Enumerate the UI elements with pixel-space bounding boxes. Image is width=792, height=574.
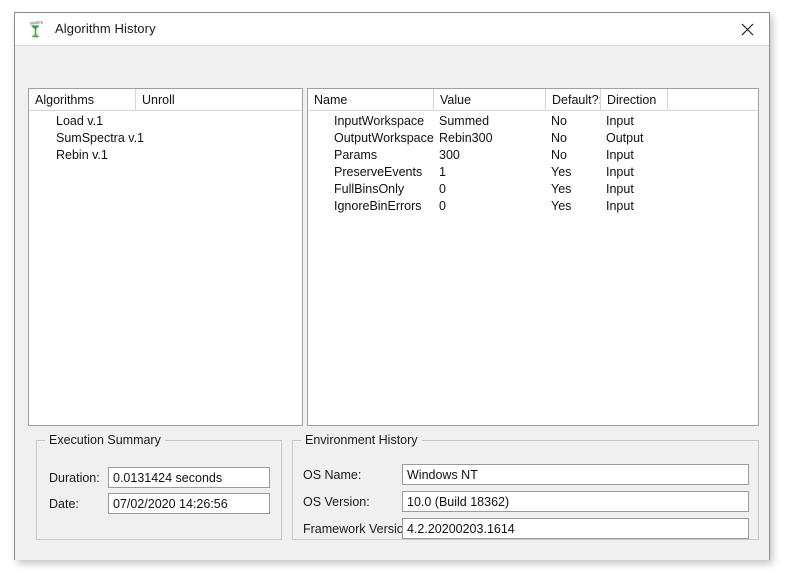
cell-name: Params bbox=[334, 147, 377, 164]
properties-table-panel[interactable]: Name Value Default?: Direction InputWork… bbox=[307, 88, 759, 426]
cell-direction: Input bbox=[606, 164, 634, 181]
cell-value: 0 bbox=[439, 198, 446, 215]
mantid-logo-icon bbox=[27, 19, 47, 39]
cell-direction: Input bbox=[606, 113, 634, 130]
framework-version-label: Framework Version: bbox=[303, 522, 414, 536]
window-titlebar: Algorithm History bbox=[15, 13, 769, 46]
os-version-label: OS Version: bbox=[303, 495, 370, 509]
duration-field[interactable] bbox=[108, 467, 270, 488]
table-row[interactable]: OutputWorkspace Rebin300 No Output bbox=[308, 130, 758, 147]
window-body: Algorithms Unroll Load v.1 SumSpectra v.… bbox=[15, 46, 769, 560]
date-label: Date: bbox=[49, 497, 79, 511]
cell-default: No bbox=[551, 130, 567, 147]
tree-column-algorithms[interactable]: Algorithms bbox=[29, 89, 136, 111]
date-field[interactable] bbox=[108, 493, 270, 514]
algorithm-history-window: Algorithm History Algorithms Unroll Load… bbox=[14, 12, 770, 560]
table-row[interactable]: Params 300 No Input bbox=[308, 147, 758, 164]
properties-table-header: Name Value Default?: Direction bbox=[308, 89, 758, 111]
duration-label: Duration: bbox=[49, 471, 100, 485]
table-row[interactable]: FullBinsOnly 0 Yes Input bbox=[308, 181, 758, 198]
cell-name: OutputWorkspace bbox=[334, 130, 434, 147]
cell-default: Yes bbox=[551, 198, 571, 215]
algorithms-tree-panel[interactable]: Algorithms Unroll Load v.1 SumSpectra v.… bbox=[28, 88, 303, 426]
table-column-name[interactable]: Name bbox=[308, 89, 434, 111]
execution-summary-group: Execution Summary Duration: Date: bbox=[36, 440, 282, 540]
window-title: Algorithm History bbox=[55, 21, 156, 36]
table-row[interactable]: IgnoreBinErrors 0 Yes Input bbox=[308, 198, 758, 215]
table-column-filler bbox=[668, 89, 759, 111]
table-column-direction[interactable]: Direction bbox=[601, 89, 668, 111]
close-window-button[interactable] bbox=[725, 13, 769, 45]
bottom-action-bar: Algorithm Versions: Only Specify Old Ver… bbox=[15, 546, 769, 574]
cell-name: IgnoreBinErrors bbox=[334, 198, 422, 215]
tree-item[interactable]: Load v.1 bbox=[29, 113, 302, 130]
table-column-value[interactable]: Value bbox=[434, 89, 546, 111]
os-version-field[interactable] bbox=[402, 491, 749, 512]
cell-direction: Output bbox=[606, 130, 644, 147]
algorithms-tree-header: Algorithms Unroll bbox=[29, 89, 302, 111]
tree-item[interactable]: SumSpectra v.1 bbox=[29, 130, 302, 147]
os-name-label: OS Name: bbox=[303, 468, 361, 482]
cell-direction: Input bbox=[606, 181, 634, 198]
cell-default: No bbox=[551, 147, 567, 164]
cell-value: 300 bbox=[439, 147, 460, 164]
cell-default: No bbox=[551, 113, 567, 130]
cell-direction: Input bbox=[606, 198, 634, 215]
algorithms-tree-items: Load v.1 SumSpectra v.1 Rebin v.1 bbox=[29, 111, 302, 164]
cell-default: Yes bbox=[551, 181, 571, 198]
cell-value: Summed bbox=[439, 113, 489, 130]
tree-item[interactable]: Rebin v.1 bbox=[29, 147, 302, 164]
desktop-background: Algorithm History Algorithms Unroll Load… bbox=[0, 0, 792, 574]
cell-value: 1 bbox=[439, 164, 446, 181]
framework-version-field[interactable] bbox=[402, 518, 749, 539]
table-column-default[interactable]: Default?: bbox=[546, 89, 601, 111]
properties-table-rows: InputWorkspace Summed No Input OutputWor… bbox=[308, 111, 758, 215]
cell-value: Rebin300 bbox=[439, 130, 493, 147]
tree-column-unroll[interactable]: Unroll bbox=[136, 89, 303, 111]
execution-summary-title: Execution Summary bbox=[45, 433, 165, 447]
environment-history-title: Environment History bbox=[301, 433, 422, 447]
cell-name: FullBinsOnly bbox=[334, 181, 404, 198]
os-name-field[interactable] bbox=[402, 464, 749, 485]
cell-direction: Input bbox=[606, 147, 634, 164]
cell-name: PreserveEvents bbox=[334, 164, 422, 181]
table-row[interactable]: InputWorkspace Summed No Input bbox=[308, 113, 758, 130]
cell-name: InputWorkspace bbox=[334, 113, 424, 130]
environment-history-group: Environment History OS Name: OS Version:… bbox=[292, 440, 759, 540]
cell-value: 0 bbox=[439, 181, 446, 198]
table-row[interactable]: PreserveEvents 1 Yes Input bbox=[308, 164, 758, 181]
cell-default: Yes bbox=[551, 164, 571, 181]
